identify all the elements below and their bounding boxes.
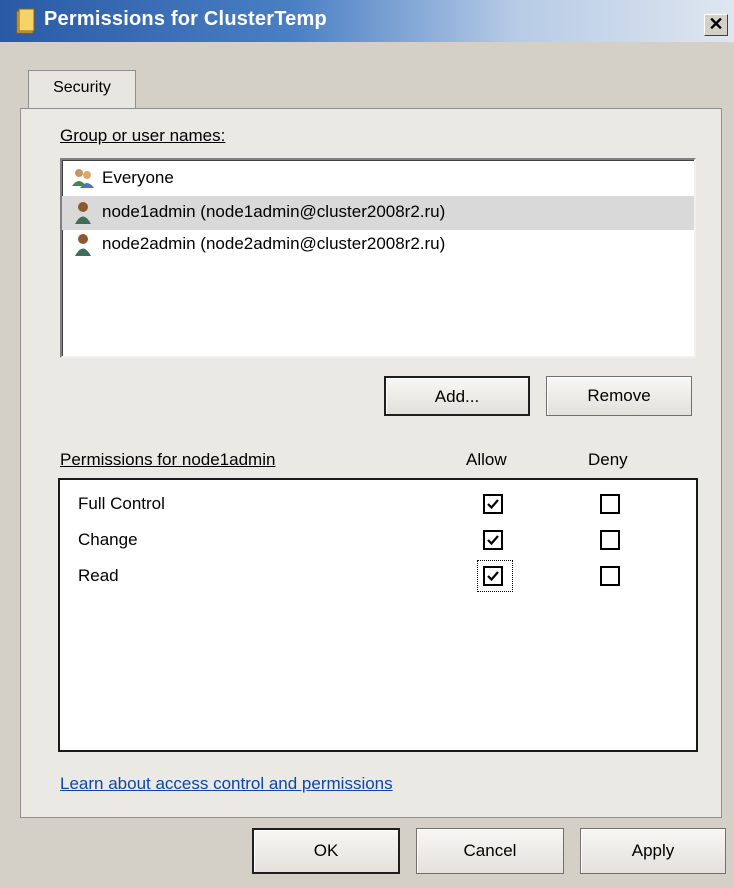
remove-button-label: Remove: [587, 386, 651, 405]
permissions-label-text: Permissions for node1admin: [60, 450, 276, 469]
full-control-deny-checkbox[interactable]: [600, 494, 620, 514]
group-icon: [70, 166, 96, 192]
remove-button[interactable]: Remove: [546, 376, 692, 416]
user-icon: [70, 200, 96, 226]
checkmark-icon: [487, 499, 499, 510]
list-item-node2admin[interactable]: node2admin (node2admin@cluster2008r2.ru): [62, 228, 694, 262]
permission-name-full-control: Full Control: [78, 494, 165, 513]
change-deny-checkbox[interactable]: [600, 530, 620, 550]
title-bar[interactable]: Permissions for ClusterTemp ✕: [0, 0, 734, 42]
permissions-dialog: Permissions for ClusterTemp ✕ Security G…: [0, 0, 734, 888]
add-button-label: Add...: [434, 387, 480, 406]
close-icon: ✕: [708, 14, 724, 34]
ok-button[interactable]: OK: [252, 828, 400, 874]
cancel-button-label: Cancel: [463, 841, 517, 860]
window-title: Permissions for ClusterTemp: [44, 8, 327, 30]
checkmark-icon: [487, 571, 499, 582]
deny-column-header: Deny: [588, 450, 628, 469]
apply-button[interactable]: Apply: [580, 828, 726, 874]
read-deny-checkbox[interactable]: [600, 566, 620, 586]
group-list-label: Group or user names:: [60, 126, 225, 146]
close-button[interactable]: ✕: [704, 14, 728, 36]
list-item-label: node1admin (node1admin@cluster2008r2.ru): [102, 202, 446, 221]
folder-icon: [16, 8, 36, 34]
permissions-label: Permissions for node1admin: [60, 450, 275, 470]
permission-name-read: Read: [78, 566, 119, 585]
tab-security[interactable]: Security: [28, 70, 136, 110]
permission-name-change: Change: [78, 530, 138, 549]
read-allow-checkbox[interactable]: [483, 566, 503, 586]
help-link[interactable]: Learn about access control and permissio…: [60, 774, 393, 794]
tab-security-label: Security: [53, 79, 111, 96]
permissions-table: [58, 478, 698, 752]
ok-button-label: OK: [313, 841, 339, 860]
group-list-label-text: Group or user names:: [60, 126, 226, 145]
user-icon: [70, 232, 96, 258]
change-allow-checkbox[interactable]: [483, 530, 503, 550]
full-control-allow-checkbox[interactable]: [483, 494, 503, 514]
cancel-button[interactable]: Cancel: [416, 828, 564, 874]
apply-button-label: Apply: [631, 841, 675, 860]
allow-column-header: Allow: [466, 450, 507, 469]
list-item-label: node2admin (node2admin@cluster2008r2.ru): [102, 234, 446, 253]
add-button[interactable]: Add...: [384, 376, 530, 416]
checkmark-icon: [487, 535, 499, 546]
list-item-label: Everyone: [102, 168, 174, 187]
list-item-everyone[interactable]: Everyone: [62, 162, 694, 196]
list-item-node1admin[interactable]: node1admin (node1admin@cluster2008r2.ru): [62, 196, 694, 230]
group-user-list[interactable]: Everyone node1admin (node1admin@cluster2…: [60, 158, 696, 358]
